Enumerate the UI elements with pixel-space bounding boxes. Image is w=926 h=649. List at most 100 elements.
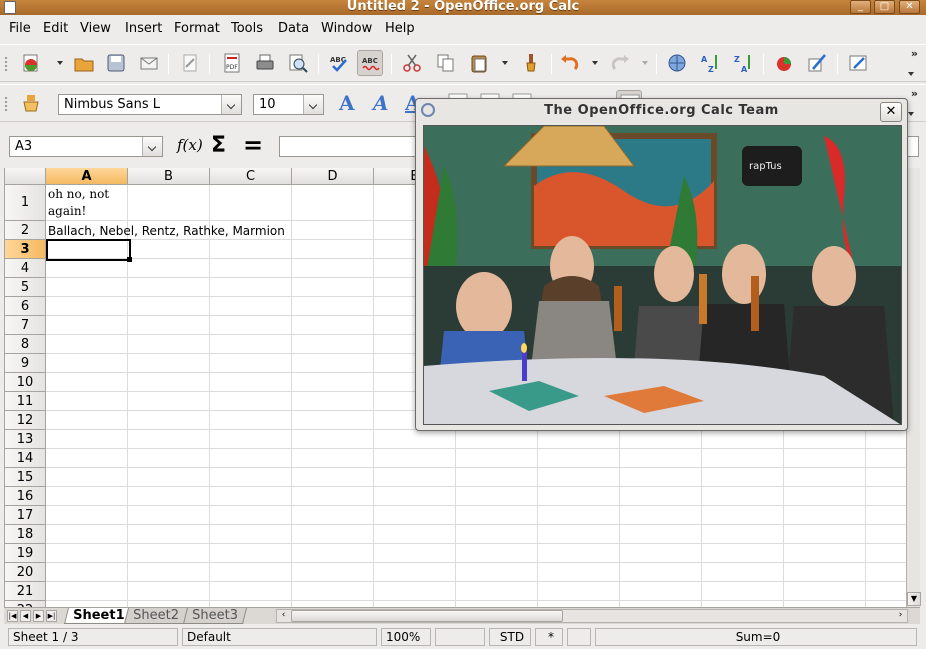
paste-dropdown-arrow[interactable]: [502, 61, 508, 65]
new-button[interactable]: [18, 50, 44, 76]
scroll-right-arrow-icon[interactable]: ›: [894, 610, 907, 622]
row-header-21[interactable]: 21: [5, 582, 46, 601]
menu-file[interactable]: File: [9, 21, 31, 36]
row-header-6[interactable]: 6: [5, 297, 46, 316]
toolbar-grip[interactable]: [5, 57, 8, 71]
fill-handle[interactable]: [127, 257, 132, 262]
dialog-close-button[interactable]: ✕: [880, 102, 902, 122]
row-header-17[interactable]: 17: [5, 506, 46, 525]
row-header-8[interactable]: 8: [5, 335, 46, 354]
close-window-button[interactable]: ✕: [899, 0, 920, 14]
status-selection-mode[interactable]: STD: [489, 628, 531, 646]
menu-edit[interactable]: Edit: [43, 21, 68, 36]
export-pdf-button[interactable]: PDF: [219, 50, 245, 76]
minimize-button[interactable]: _: [850, 0, 871, 14]
toolbar-overflow-chevron[interactable]: »: [911, 87, 918, 100]
name-box[interactable]: A3: [9, 136, 163, 157]
status-page-style[interactable]: Default: [182, 628, 377, 646]
row-header-3[interactable]: 3: [5, 240, 46, 259]
first-sheet-icon[interactable]: |◀: [7, 610, 18, 622]
menu-view[interactable]: View: [80, 21, 111, 36]
horizontal-scrollbar[interactable]: ‹ ›: [276, 609, 908, 623]
styles-formatting-button[interactable]: [18, 90, 44, 116]
row-header-20[interactable]: 20: [5, 563, 46, 582]
toolbar-overflow-chevron[interactable]: »: [911, 47, 918, 60]
print-button[interactable]: [252, 50, 278, 76]
sheet-tab-3[interactable]: Sheet3: [183, 608, 247, 624]
redo-dropdown-arrow[interactable]: [642, 61, 648, 65]
cell-a1[interactable]: oh no, not again!: [48, 186, 128, 220]
new-dropdown-arrow[interactable]: [57, 61, 63, 65]
column-header-a[interactable]: A: [46, 168, 128, 185]
font-name-combobox[interactable]: Nimbus Sans L: [58, 94, 242, 115]
undo-dropdown-arrow[interactable]: [592, 61, 598, 65]
insert-chart-button[interactable]: [771, 50, 797, 76]
row-header-4[interactable]: 4: [5, 259, 46, 278]
menu-tools[interactable]: Tools: [231, 21, 263, 36]
font-size-combobox[interactable]: 10: [253, 94, 324, 115]
row-header-11[interactable]: 11: [5, 392, 46, 411]
row-header-12[interactable]: 12: [5, 411, 46, 430]
spellcheck-button[interactable]: ABC: [326, 50, 352, 76]
cell-a2[interactable]: Ballach, Nebel, Rentz, Rathke, Marmion: [48, 224, 285, 238]
sheet-tab-1[interactable]: Sheet1: [64, 608, 134, 624]
last-sheet-icon[interactable]: ▶|: [46, 610, 57, 622]
paste-button[interactable]: [466, 50, 492, 76]
status-sum[interactable]: Sum=0: [595, 628, 917, 646]
bold-button[interactable]: A: [339, 91, 355, 115]
page-preview-button[interactable]: [285, 50, 311, 76]
calc-team-dialog[interactable]: The OpenOffice.org Calc Team ✕ rapTus: [415, 98, 908, 431]
scroll-down-arrow-icon[interactable]: ▼: [907, 592, 921, 606]
row-header-14[interactable]: 14: [5, 449, 46, 468]
clone-formatting-button[interactable]: [518, 50, 544, 76]
active-cell-cursor[interactable]: [46, 239, 131, 261]
copy-button[interactable]: [433, 50, 459, 76]
column-header-c[interactable]: C: [210, 168, 292, 185]
cut-button[interactable]: [399, 50, 425, 76]
status-zoom[interactable]: 100%: [381, 628, 431, 646]
row-header-9[interactable]: 9: [5, 354, 46, 373]
row-header-19[interactable]: 19: [5, 544, 46, 563]
sort-descending-button[interactable]: ZA: [730, 50, 756, 76]
row-header-1[interactable]: 1: [5, 185, 46, 221]
function-wizard-icon[interactable]: f(x): [177, 136, 203, 154]
scroll-left-arrow-icon[interactable]: ‹: [277, 610, 290, 622]
show-draw-functions-button[interactable]: [804, 50, 830, 76]
row-header-16[interactable]: 16: [5, 487, 46, 506]
chevron-down-icon[interactable]: [221, 95, 241, 114]
vertical-scrollbar[interactable]: ▼: [906, 168, 921, 607]
hyperlink-button[interactable]: [664, 50, 690, 76]
menu-window[interactable]: Window: [321, 21, 372, 36]
row-header-7[interactable]: 7: [5, 316, 46, 335]
open-button[interactable]: [71, 50, 97, 76]
save-button[interactable]: [103, 50, 129, 76]
undo-button[interactable]: [557, 50, 583, 76]
select-all-corner[interactable]: [5, 168, 46, 185]
toolbar-options-arrow[interactable]: [908, 112, 914, 116]
row-header-15[interactable]: 15: [5, 468, 46, 487]
row-header-2[interactable]: 2: [5, 221, 46, 240]
column-header-d[interactable]: D: [292, 168, 374, 185]
menu-help[interactable]: Help: [385, 21, 415, 36]
email-button[interactable]: [136, 50, 162, 76]
prev-sheet-icon[interactable]: ◀: [20, 610, 31, 622]
navigator-button[interactable]: [845, 50, 871, 76]
sort-ascending-button[interactable]: AZ: [697, 50, 723, 76]
maximize-button[interactable]: □: [874, 0, 895, 14]
row-header-5[interactable]: 5: [5, 278, 46, 297]
row-header-13[interactable]: 13: [5, 430, 46, 449]
row-header-10[interactable]: 10: [5, 373, 46, 392]
next-sheet-icon[interactable]: ▶: [33, 610, 44, 622]
row-header-18[interactable]: 18: [5, 525, 46, 544]
edit-file-button[interactable]: [177, 50, 203, 76]
status-signature-field[interactable]: [567, 628, 591, 646]
menu-insert[interactable]: Insert: [125, 21, 162, 36]
autospellcheck-toggle[interactable]: ABC: [357, 50, 383, 76]
chevron-down-icon[interactable]: [142, 137, 162, 156]
horizontal-scroll-thumb[interactable]: [291, 610, 563, 622]
column-header-b[interactable]: B: [128, 168, 210, 185]
menu-data[interactable]: Data: [278, 21, 309, 36]
toolbar-options-arrow[interactable]: [908, 72, 914, 76]
menu-format[interactable]: Format: [174, 21, 220, 36]
toolbar-grip[interactable]: [5, 97, 8, 111]
